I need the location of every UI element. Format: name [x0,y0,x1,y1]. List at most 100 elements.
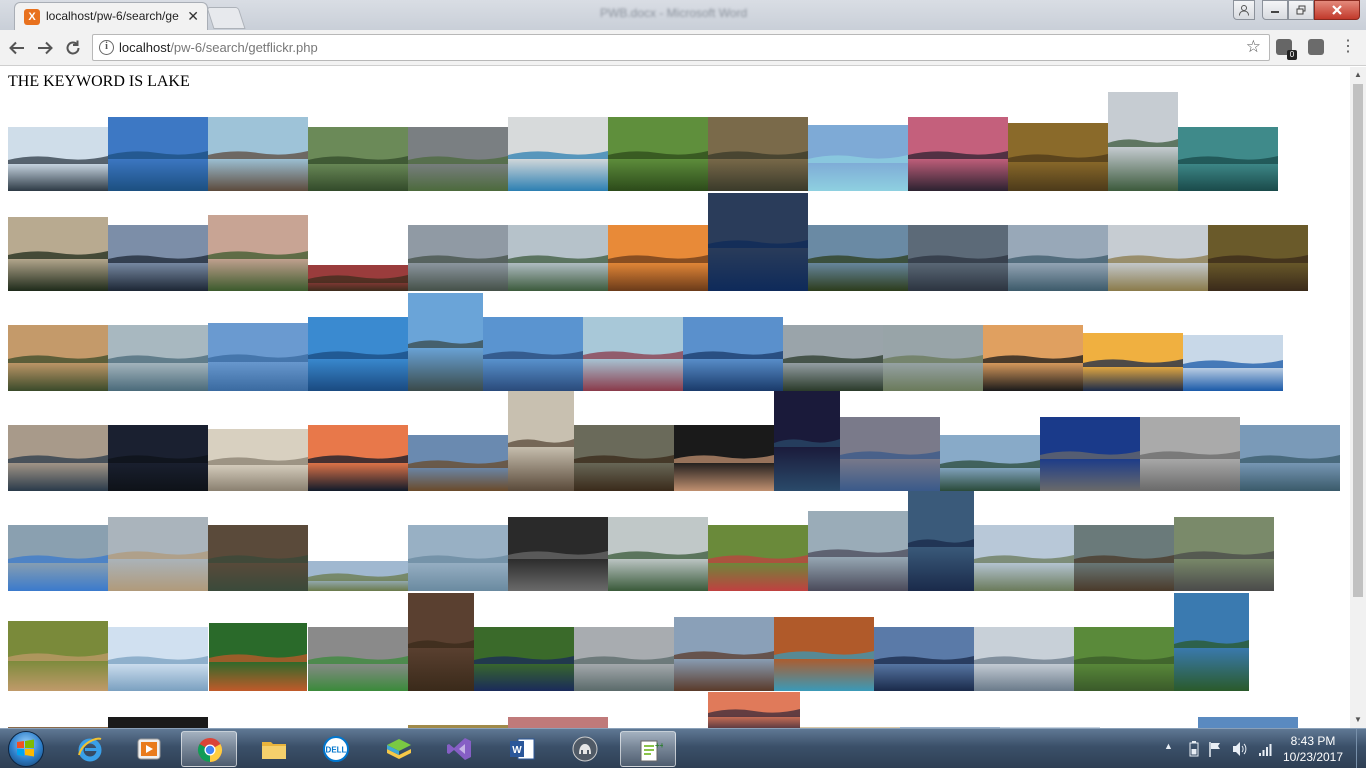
lake-photo-67[interactable] [8,621,108,691]
forward-arrow-icon[interactable] [34,37,56,59]
lake-photo-36[interactable] [883,325,983,391]
lake-photo-83[interactable] [508,717,608,728]
lake-photo-14[interactable] [8,217,108,291]
lake-photo-66[interactable] [1174,517,1274,591]
address-bar[interactable]: i localhost/pw-6/search/getflickr.php ☆ [92,34,1270,61]
battery-icon[interactable] [1188,741,1200,757]
lake-photo-34[interactable] [683,317,783,391]
lake-photo-33[interactable] [583,317,683,391]
lake-photo-19[interactable] [508,225,608,291]
show-hidden-icons-icon[interactable]: ▲ [1164,741,1173,751]
lake-photo-21[interactable] [708,193,808,291]
lake-photo-20[interactable] [608,225,708,291]
file-explorer-taskbar-button[interactable] [246,731,302,767]
lake-photo-43[interactable] [308,425,408,491]
lake-photo-54[interactable] [8,525,108,591]
scroll-down-arrow-icon[interactable]: ▼ [1350,712,1366,728]
url-text[interactable]: localhost/pw-6/search/getflickr.php [119,40,318,55]
lake-photo-48[interactable] [774,391,840,491]
vertical-scrollbar[interactable]: ▲ ▼ [1350,67,1366,728]
menu-kebab-icon[interactable]: ⋮ [1340,36,1356,58]
lake-photo-71[interactable] [408,593,474,691]
minimize-button[interactable] [1262,0,1288,20]
lake-photo-59[interactable] [508,517,608,591]
lake-photo-41[interactable] [108,425,208,491]
lake-photo-45[interactable] [508,391,574,491]
extension-icon-2[interactable] [1308,39,1324,55]
bluestacks-taskbar-button[interactable] [371,731,427,767]
lake-photo-30[interactable] [308,317,408,391]
lake-photo-46[interactable] [574,425,674,491]
scroll-up-arrow-icon[interactable]: ▲ [1350,67,1366,83]
lake-photo-2[interactable] [108,117,208,191]
lake-photo-5[interactable] [408,127,508,191]
lake-photo-32[interactable] [483,317,583,391]
lake-photo-13[interactable] [1178,127,1278,191]
lake-photo-24[interactable] [1008,225,1108,291]
lake-photo-77[interactable] [974,627,1074,691]
lake-photo-11[interactable] [1008,123,1108,191]
tab-close-icon[interactable]: ✕ [187,8,199,25]
lake-photo-17[interactable] [308,265,408,291]
lake-photo-31[interactable] [408,293,483,391]
lake-photo-28[interactable] [108,325,208,391]
lake-photo-78[interactable] [1074,627,1174,691]
word-taskbar-button[interactable]: W [494,731,550,767]
taskbar-clock[interactable]: 8:43 PM 10/23/2017 [1268,733,1358,765]
notepad-plus-plus-taskbar-button[interactable]: ++ [620,731,676,767]
lake-photo-58[interactable] [408,525,508,591]
info-icon[interactable]: i [99,40,114,55]
lake-photo-62[interactable] [808,511,908,591]
tab-getflickr[interactable]: X localhost/pw-6/search/ge ✕ [14,2,208,30]
lake-photo-60[interactable] [608,517,708,591]
lake-photo-23[interactable] [908,225,1008,291]
volume-icon[interactable] [1232,741,1248,757]
show-desktop-button[interactable] [1356,729,1366,768]
internet-explorer-taskbar-button[interactable] [62,731,118,767]
lake-photo-69[interactable] [209,623,307,691]
scrollbar-thumb[interactable] [1353,84,1363,597]
lake-photo-16[interactable] [208,215,308,291]
lake-photo-50[interactable] [940,435,1040,491]
lake-photo-15[interactable] [108,225,208,291]
lake-photo-75[interactable] [774,617,874,691]
lake-photo-55[interactable] [108,517,208,591]
lake-photo-49[interactable] [840,417,940,491]
lake-photo-37[interactable] [983,325,1083,391]
lake-photo-74[interactable] [674,617,774,691]
lake-photo-53[interactable] [1240,425,1340,491]
lake-photo-35[interactable] [783,325,883,391]
lake-photo-10[interactable] [908,117,1008,191]
lake-photo-63[interactable] [908,491,974,591]
lake-photo-44[interactable] [408,435,508,491]
new-tab-button[interactable] [206,7,246,29]
restore-button[interactable] [1288,0,1314,20]
lake-photo-72[interactable] [474,627,574,691]
lake-photo-68[interactable] [108,627,208,691]
bookmark-star-icon[interactable]: ☆ [1246,37,1261,57]
lake-photo-9[interactable] [808,125,908,191]
lake-photo-40[interactable] [8,425,108,491]
lake-photo-27[interactable] [8,325,108,391]
lake-photo-81[interactable] [108,717,208,728]
lake-photo-29[interactable] [208,323,308,391]
lake-photo-1[interactable] [8,127,108,191]
lake-photo-25[interactable] [1108,225,1208,291]
lake-photo-65[interactable] [1074,525,1174,591]
app-taskbar-button[interactable] [557,731,613,767]
back-arrow-icon[interactable] [6,37,28,59]
lake-photo-7[interactable] [608,117,708,191]
media-player-taskbar-button[interactable] [121,731,177,767]
lake-photo-76[interactable] [874,627,974,691]
lake-photo-3[interactable] [208,117,308,191]
lake-photo-4[interactable] [308,127,408,191]
lake-photo-38[interactable] [1083,333,1183,391]
lake-photo-22[interactable] [808,225,908,291]
lake-photo-57[interactable] [308,561,408,591]
lake-photo-18[interactable] [408,225,508,291]
lake-photo-8[interactable] [708,117,808,191]
chrome-taskbar-button[interactable] [181,731,237,767]
start-button[interactable] [2,729,50,768]
lake-photo-56[interactable] [208,525,308,591]
dell-taskbar-button[interactable]: DELL [308,731,364,767]
